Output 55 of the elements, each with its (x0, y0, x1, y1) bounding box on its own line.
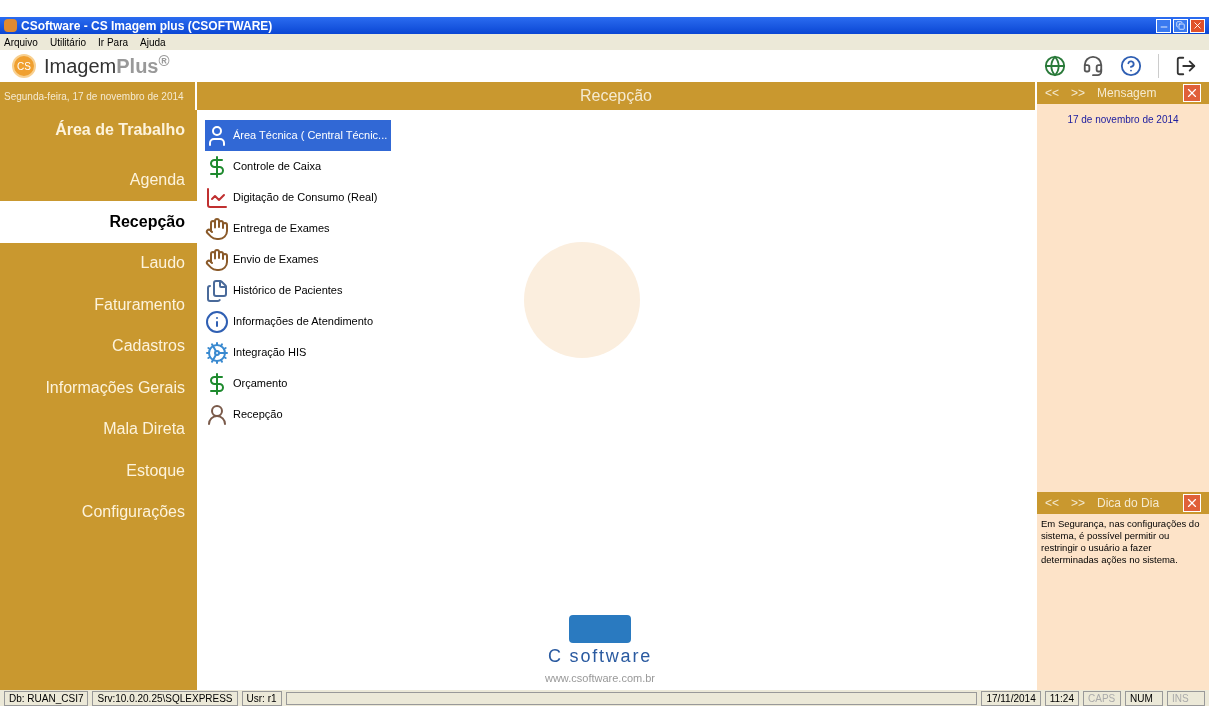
key-indicator: NUM (1125, 690, 1163, 706)
website-url: www.csoftware.com.br (545, 670, 655, 686)
info-icon (205, 309, 229, 334)
message-date: 17 de novembro de 2014 (1066, 113, 1180, 127)
help-icon[interactable] (1120, 55, 1142, 77)
module-item[interactable]: Recepção (205, 399, 287, 430)
module-item[interactable]: Digitação de Consumo (Real) (205, 182, 382, 213)
person-icon (205, 402, 229, 427)
module-item[interactable]: Informações de Atendimento (205, 306, 378, 337)
chart-icon (205, 185, 229, 210)
app-icon (4, 19, 17, 32)
module-item[interactable]: Envio de Exames (205, 244, 323, 275)
minimize-button[interactable] (1156, 18, 1171, 33)
module-item[interactable]: Integração HIS (205, 337, 311, 368)
tip-text: Em Segurança, nas configurações do sistema, é possível permitir ou restringir o usuário a fazer determinadas ações no sistema. (1040, 517, 1201, 566)
module-item[interactable]: Orçamento (205, 368, 292, 399)
menu-item[interactable]: Ajuda (140, 34, 166, 50)
gear-icon (205, 340, 229, 365)
close-button[interactable] (1190, 18, 1205, 33)
tip-close-button[interactable] (1183, 494, 1201, 512)
restore-button[interactable] (1173, 18, 1188, 33)
module-item[interactable]: Controle de Caixa (205, 151, 326, 182)
logout-icon[interactable] (1175, 55, 1197, 77)
brand-name: ImagemPlus$^{®}$ (44, 51, 170, 79)
brand-logo: CS (12, 54, 36, 78)
section-header: Recepção (197, 82, 1035, 110)
message-close-button[interactable] (1183, 84, 1201, 102)
panel-title: Mensagem (1097, 85, 1157, 102)
menu-item[interactable]: Ir Para (98, 34, 129, 50)
hand-icon (205, 247, 229, 272)
menu-item[interactable]: Utilitário (49, 34, 87, 50)
close-icon (1185, 496, 1199, 510)
window-title: CSoftware - CS Imagem plus (CSOFTWARE) (21, 17, 273, 35)
restore-icon (1176, 21, 1185, 30)
hand-icon (205, 216, 229, 241)
status-field: Db: RUAN_CSI7 (4, 690, 89, 706)
headset-icon[interactable] (1082, 55, 1104, 77)
sidebar-item[interactable]: Recepção (0, 201, 197, 243)
panel-title: Dica do Dia (1097, 495, 1160, 512)
module-item[interactable]: Área Técnica ( Central Técnic... (205, 120, 392, 151)
files-icon (205, 278, 229, 303)
module-item[interactable]: Histórico de Pacientes (205, 275, 347, 306)
status-date: 17/11/2014 (981, 690, 1041, 706)
status-field: Srv:10.0.20.25\SQLEXPRESS (92, 690, 238, 706)
module-item[interactable]: Entrega de Exames (205, 213, 334, 244)
close-icon (1192, 20, 1203, 31)
key-indicator: CAPS (1083, 690, 1121, 706)
status-field: Usr: r1 (241, 690, 282, 706)
software-logo-text: C software (548, 644, 652, 668)
software-logo-icon (569, 614, 631, 643)
status-time: 11:24 (1044, 690, 1079, 706)
globe-icon[interactable] (1044, 55, 1066, 77)
menu-item[interactable]: Arquivo (4, 34, 38, 50)
key-indicator: INS (1167, 690, 1205, 706)
close-icon (1185, 86, 1199, 100)
